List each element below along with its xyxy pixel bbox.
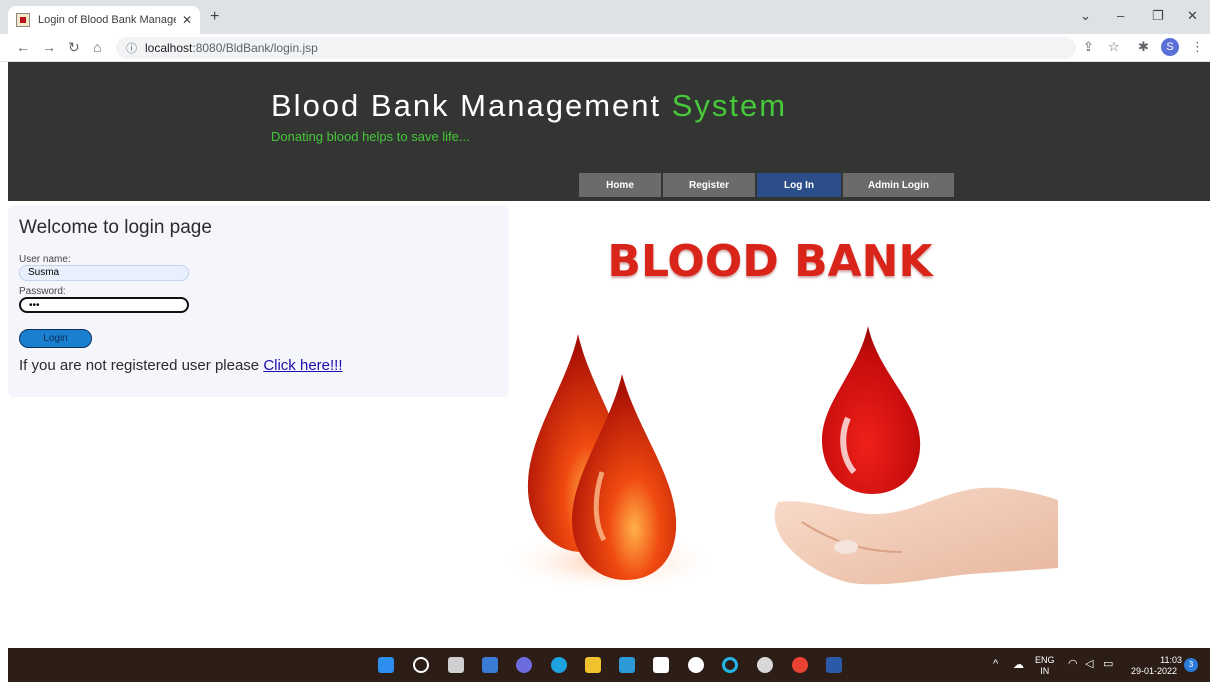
login-heading: Welcome to login page <box>19 217 212 238</box>
settings-icon[interactable] <box>757 657 773 673</box>
word-icon[interactable] <box>826 657 842 673</box>
close-window-icon[interactable]: ✕ <box>1187 8 1198 24</box>
site-info-icon[interactable]: ⓘ <box>126 40 137 56</box>
github-icon[interactable] <box>688 657 704 673</box>
mail-icon[interactable] <box>619 657 635 673</box>
show-hidden-icons-icon[interactable]: ^ <box>993 659 998 670</box>
os-taskbar: ^ ☁ ENG IN ◠ ◁ ▭ 11:03 29-01-2022 3 <box>8 648 1210 682</box>
menu-login[interactable]: Log In <box>757 173 841 197</box>
share-icon[interactable]: ⇪ <box>1083 39 1094 55</box>
task-view-icon[interactable] <box>448 657 464 673</box>
dropbox-icon[interactable] <box>653 657 669 673</box>
menu-admin-login[interactable]: Admin Login <box>843 173 954 197</box>
browser-tab[interactable]: Login of Blood Bank Manageme ✕ <box>8 6 200 34</box>
reload-icon[interactable]: ↻ <box>68 39 80 56</box>
main-menu: Home Register Log In Admin Login <box>579 173 956 197</box>
password-label: Password: <box>19 286 66 297</box>
bookmark-star-icon[interactable]: ☆ <box>1108 39 1120 55</box>
blood-drop-right <box>822 326 921 494</box>
chrome-icon[interactable] <box>792 657 808 673</box>
register-prompt: If you are not registered user please Cl… <box>19 357 343 374</box>
widgets-icon[interactable] <box>482 657 498 673</box>
site-header: Blood Bank Management System Donating bl… <box>8 62 1210 201</box>
volume-icon[interactable]: ◁ <box>1085 659 1093 670</box>
menu-home[interactable]: Home <box>579 173 661 197</box>
username-label: User name: <box>19 254 71 265</box>
back-icon[interactable]: ← <box>16 39 30 55</box>
address-bar: ← → ↻ ⌂ ⓘ localhost:8080/BldBank/login.j… <box>0 34 1210 62</box>
tab-title: Login of Blood Bank Manageme <box>38 14 176 26</box>
login-panel: Welcome to login page User name: Susma P… <box>8 205 509 397</box>
minimize-icon[interactable]: – <box>1117 8 1124 23</box>
extensions-icon[interactable]: ✱ <box>1138 39 1149 55</box>
username-input[interactable]: Susma <box>19 265 189 281</box>
menu-dots-icon[interactable]: ⋮ <box>1191 39 1204 55</box>
register-text: If you are not registered user please <box>19 357 260 374</box>
favicon-icon <box>16 13 30 27</box>
hand-illustration <box>774 487 1058 585</box>
blood-drops-illustration <box>510 326 1058 592</box>
onedrive-icon[interactable]: ☁ <box>1013 660 1024 671</box>
restore-icon[interactable]: ❐ <box>1152 8 1164 24</box>
new-tab-button[interactable]: + <box>210 8 219 26</box>
password-input[interactable]: ••• <box>19 297 189 313</box>
blood-bank-banner-image: BLOOD BANK <box>510 222 1058 594</box>
site-tagline: Donating blood helps to save life... <box>271 129 470 144</box>
tab-search-icon[interactable]: ⌄ <box>1080 8 1091 24</box>
tab-close-icon[interactable]: ✕ <box>182 13 192 27</box>
menu-register[interactable]: Register <box>663 173 755 197</box>
login-button[interactable]: Login <box>19 329 92 348</box>
clock[interactable]: 11:03 29-01-2022 <box>1126 655 1182 677</box>
chat-icon[interactable] <box>516 657 532 673</box>
url-text: localhost:8080/BldBank/login.jsp <box>145 41 318 55</box>
search-icon[interactable] <box>413 657 429 673</box>
site-title: Blood Bank Management System <box>271 88 788 123</box>
cortana-icon[interactable] <box>722 657 738 673</box>
forward-icon[interactable]: → <box>42 39 56 55</box>
home-icon[interactable]: ⌂ <box>93 39 101 55</box>
profile-avatar[interactable]: S <box>1161 38 1179 56</box>
wifi-icon[interactable]: ◠ <box>1068 659 1078 670</box>
start-icon[interactable] <box>378 657 394 673</box>
language-indicator[interactable]: ENG IN <box>1035 655 1055 677</box>
url-field[interactable]: ⓘ localhost:8080/BldBank/login.jsp <box>116 37 1076 59</box>
browser-tab-bar: Login of Blood Bank Manageme ✕ + ⌄ – ❐ ✕ <box>0 0 1210 34</box>
fingernail <box>834 540 858 554</box>
edge-icon[interactable] <box>551 657 567 673</box>
notification-badge[interactable]: 3 <box>1184 658 1198 672</box>
register-link[interactable]: Click here!!! <box>263 357 342 374</box>
file-explorer-icon[interactable] <box>585 657 601 673</box>
battery-icon[interactable]: ▭ <box>1103 659 1113 670</box>
